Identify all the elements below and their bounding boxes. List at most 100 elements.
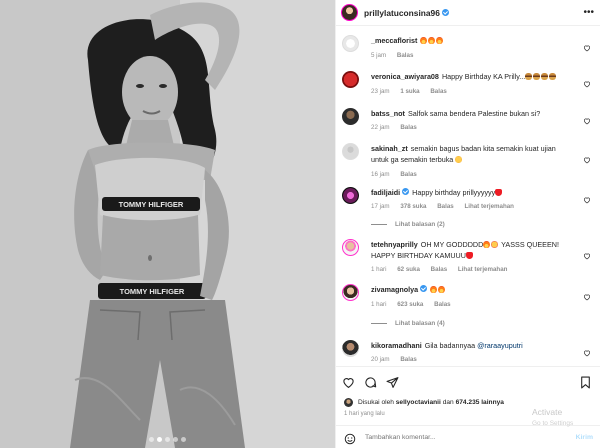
verified-badge-icon <box>441 9 449 16</box>
fire-emoji-icon <box>420 37 428 44</box>
comment-like-heart-icon[interactable] <box>583 112 591 125</box>
carousel-dot[interactable] <box>149 437 154 442</box>
bookmark-icon[interactable] <box>579 376 592 389</box>
reply-link[interactable]: Balas <box>434 301 451 308</box>
comment-like-heart-icon[interactable] <box>583 151 591 164</box>
comment-text: _meccaflorist <box>371 36 571 47</box>
comment-time: 16 jam <box>371 171 390 178</box>
carousel-dot[interactable] <box>173 437 178 442</box>
liker-avatar[interactable] <box>344 398 353 407</box>
emoji-icon[interactable] <box>344 432 356 444</box>
comment-like-heart-icon[interactable] <box>583 288 591 301</box>
commenter-username[interactable]: tetehnyaprilly <box>371 240 418 249</box>
comment-meta: 1 hari 62 suka Balas Lihat terjemahan <box>371 266 516 273</box>
heart-icon[interactable] <box>342 376 355 389</box>
commenter-avatar[interactable] <box>342 239 359 256</box>
windows-activation-watermark: Activate Go to Settings <box>532 407 600 429</box>
watermark-line1: Activate <box>532 407 563 417</box>
comment-content: Happy Birthday KA Prilly... <box>441 72 526 81</box>
burger-emoji-icon <box>549 73 557 80</box>
commenter-avatar[interactable] <box>342 143 359 160</box>
post-photo[interactable]: TOMMY HILFIGER TOMMY HILFIGER <box>0 0 335 448</box>
reply-link[interactable]: Balas <box>400 356 417 363</box>
comment-likes[interactable]: 378 suka <box>400 203 426 210</box>
comment-like-heart-icon[interactable] <box>583 191 591 204</box>
commenter-avatar[interactable] <box>342 71 359 88</box>
reply-link[interactable]: Balas <box>431 266 448 273</box>
comment-like-heart-icon[interactable] <box>583 247 591 260</box>
reply-link[interactable]: Balas <box>400 171 417 178</box>
commenter-avatar[interactable] <box>342 35 359 52</box>
post-comment-button[interactable]: Kirim <box>576 434 593 441</box>
view-replies-label: Lihat balasan (2) <box>395 221 445 228</box>
fire-emoji-icon <box>436 37 444 44</box>
commenter-username[interactable]: veronica_awiyara08 <box>371 72 439 81</box>
liked-by-and: dan <box>442 399 454 406</box>
watermark-line2: Go to Settings <box>532 420 574 427</box>
commenter-username[interactable]: batss_not <box>371 109 405 118</box>
commenter-username[interactable]: kikoramadhani <box>371 341 422 350</box>
comment-likes[interactable]: 623 suka <box>397 301 423 308</box>
commenter-username[interactable]: sakinah_zt <box>371 144 408 153</box>
commenter-username[interactable]: zivamagnolya <box>371 285 418 294</box>
comment-likes[interactable]: 1 suka <box>400 88 419 95</box>
comment-time: 1 hari <box>371 266 387 273</box>
comment-like-heart-icon[interactable] <box>583 39 591 52</box>
likes-summary: Disukai oleh sellyoctavianii dan 674.235… <box>344 398 504 407</box>
comment-time: 22 jam <box>371 124 390 131</box>
share-icon[interactable] <box>386 376 399 389</box>
commenter-username[interactable]: fadiljaidi <box>371 188 400 197</box>
view-replies-link[interactable]: Lihat balasan (2) <box>371 221 445 228</box>
reply-link[interactable]: Balas <box>397 52 414 59</box>
fire-emoji-icon <box>428 37 436 44</box>
comment-meta: 22 jam Balas <box>371 124 426 131</box>
verified-badge-icon <box>420 285 428 292</box>
reply-link[interactable]: Balas <box>400 124 417 131</box>
comment-meta: 23 jam 1 suka Balas <box>371 88 456 95</box>
comment-meta: 17 jam 378 suka Balas Lihat terjemahan <box>371 203 523 210</box>
comment-like-heart-icon[interactable] <box>583 75 591 88</box>
comment-content: Gila badannyaa <box>424 341 476 350</box>
liked-by-count[interactable]: 674.235 lainnya <box>456 399 504 406</box>
carousel-dot[interactable] <box>165 437 170 442</box>
burger-emoji-icon <box>525 73 533 80</box>
commenter-username[interactable]: _meccaflorist <box>371 36 417 45</box>
reply-link[interactable]: Balas <box>430 88 447 95</box>
replies-divider <box>371 224 387 225</box>
bra-band-text: TOMMY HILFIGER <box>119 200 184 209</box>
comment-content: Salfok sama bendera Palestine bukan si? <box>407 109 541 118</box>
waistband-text: TOMMY HILFIGER <box>120 287 185 296</box>
author-username[interactable]: prillylatuconsina96 <box>364 8 440 18</box>
add-comment-input[interactable] <box>365 434 515 441</box>
commenter-avatar[interactable] <box>342 108 359 125</box>
commenter-avatar[interactable] <box>342 340 359 357</box>
comment-time: 23 jam <box>371 88 390 95</box>
author-avatar[interactable] <box>341 4 358 21</box>
burger-emoji-icon <box>541 73 549 80</box>
view-replies-link[interactable]: Lihat balasan (4) <box>371 320 445 327</box>
see-translation-link[interactable]: Lihat terjemahan <box>458 266 508 273</box>
comment-meta: 20 jam Balas <box>371 356 426 363</box>
comment-icon[interactable] <box>364 376 377 389</box>
carousel-indicator <box>0 437 335 442</box>
carousel-dot[interactable] <box>157 437 162 442</box>
mention-link[interactable]: @raraayuputri <box>477 341 523 350</box>
post-header: prillylatuconsina96 ••• <box>336 0 600 26</box>
comment-time: 17 jam <box>371 203 390 210</box>
comment-text: kikoramadhani Gila badannyaa @raraayuputr… <box>371 341 571 352</box>
ellipsis-icon[interactable]: ••• <box>583 8 594 18</box>
commenter-avatar[interactable] <box>342 187 359 204</box>
view-replies-label: Lihat balasan (4) <box>395 320 445 327</box>
verified-badge-icon <box>402 188 410 195</box>
comment-time: 20 jam <box>371 356 390 363</box>
see-translation-link[interactable]: Lihat terjemahan <box>464 203 514 210</box>
fire-emoji-icon <box>430 286 438 293</box>
comment-list: _meccaflorist 5 jam Balas veronica_awiya… <box>336 27 600 366</box>
liked-by-user[interactable]: sellyoctavianii <box>396 399 441 406</box>
comment-likes[interactable]: 62 suka <box>397 266 420 273</box>
commenter-avatar[interactable] <box>342 284 359 301</box>
reply-link[interactable]: Balas <box>437 203 454 210</box>
comment-text: sakinah_zt semakin bagus badan kita semak… <box>371 144 571 165</box>
carousel-dot[interactable] <box>181 437 186 442</box>
comment-like-heart-icon[interactable] <box>583 344 591 357</box>
